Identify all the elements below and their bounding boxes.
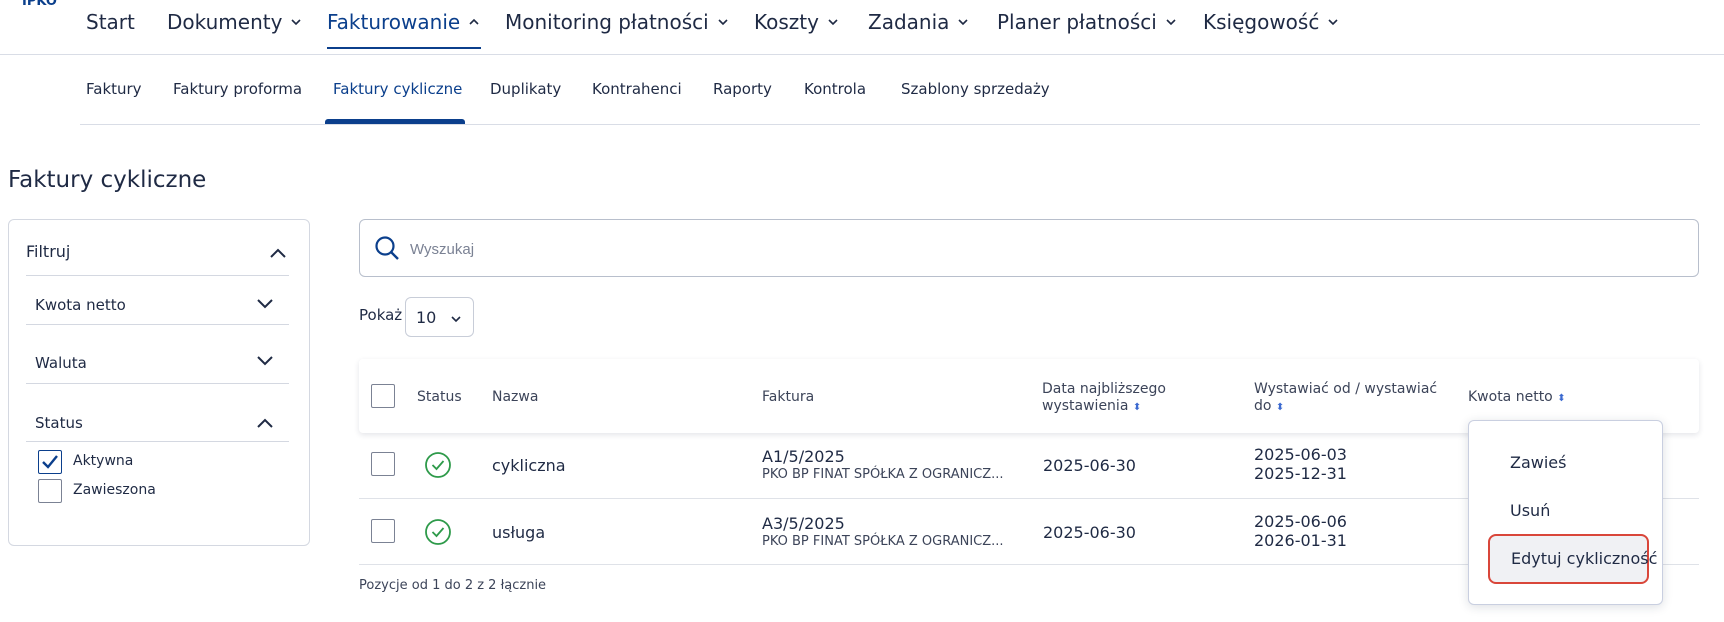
topnav-dokumenty[interactable]: Dokumenty: [167, 10, 303, 34]
search-icon: [375, 236, 399, 260]
chevron-down-icon: [1166, 19, 1176, 26]
topnav-zadania[interactable]: Zadania: [868, 10, 970, 34]
row-company: PKO BP FINAT SPÓŁKA Z OGRANICZ...: [762, 467, 1004, 482]
subnav-szablony-sprzedazy[interactable]: Szablony sprzedaży: [901, 80, 1050, 98]
filter-section-kwota-netto[interactable]: Kwota netto: [35, 296, 289, 314]
topnav-start[interactable]: Start: [86, 10, 135, 34]
status-option-label: Zawieszona: [73, 482, 156, 498]
topnav-label: Dokumenty: [167, 10, 283, 34]
col-status: Status: [417, 389, 462, 405]
row-issue-from: 2025-06-03: [1254, 445, 1347, 464]
chevron-down-icon: [451, 316, 461, 323]
chevron-down-icon[interactable]: [256, 298, 274, 310]
status-aktywna-checkbox[interactable]: [38, 450, 62, 474]
row-name: cykliczna: [492, 456, 566, 475]
chevron-up-icon: [469, 18, 479, 25]
chevron-down-icon[interactable]: [256, 355, 274, 367]
chevron-up-icon[interactable]: [256, 417, 274, 429]
topnav-planer-platnosci[interactable]: Planer płatności: [997, 10, 1178, 34]
row-actions-menu: Zawieś Usuń Edytuj cykliczność: [1468, 420, 1663, 605]
subnav-kontrola[interactable]: Kontrola: [804, 80, 866, 98]
page-size-label: Pokaż: [359, 306, 403, 324]
sort-icon[interactable]: ⬍: [1133, 402, 1141, 413]
menu-item-zawies[interactable]: Zawieś: [1510, 453, 1566, 472]
row-next-date: 2025-06-30: [1043, 456, 1136, 475]
filter-section-waluta[interactable]: Waluta: [35, 354, 289, 372]
divider: [26, 324, 289, 325]
sort-icon[interactable]: ⬍: [1276, 402, 1284, 413]
row-company: PKO BP FINAT SPÓŁKA Z OGRANICZ...: [762, 534, 1004, 549]
subnav-faktury-cykliczne[interactable]: Faktury cykliczne: [333, 80, 462, 98]
search-input[interactable]: [410, 234, 1660, 264]
sub-navigation: Faktury Faktury proforma Faktury cyklicz…: [80, 55, 1700, 125]
status-active-icon: [425, 452, 451, 478]
row-invoice-number[interactable]: A3/5/2025: [762, 514, 845, 533]
page-size-value: 10: [416, 308, 437, 327]
topnav-label: Księgowość: [1203, 10, 1320, 34]
topnav-label: Planer płatności: [997, 10, 1157, 34]
row-issue-from: 2025-06-06: [1254, 512, 1347, 531]
row-issue-to: 2026-01-31: [1254, 531, 1347, 550]
topnav-label: Zadania: [868, 10, 950, 34]
col-issue-range[interactable]: Wystawiać od / wystawiać do ⬍: [1254, 381, 1437, 416]
menu-item-usun[interactable]: Usuń: [1510, 501, 1550, 520]
page-title: Faktury cykliczne: [8, 167, 207, 193]
subnav-kontrahenci[interactable]: Kontrahenci: [592, 80, 682, 98]
row-issue-to: 2025-12-31: [1254, 464, 1347, 483]
subnav-raporty[interactable]: Raporty: [713, 80, 772, 98]
row-name: usługa: [492, 523, 546, 542]
row-checkbox[interactable]: [371, 452, 395, 476]
row-invoice-number[interactable]: A1/5/2025: [762, 447, 845, 466]
search-box: [359, 219, 1699, 277]
active-tab-indicator: [325, 119, 465, 124]
col-next-date[interactable]: Data najbliższego wystawienia ⬍: [1042, 381, 1166, 416]
col-amount[interactable]: Kwota netto ⬍: [1468, 389, 1566, 407]
status-option-label: Aktywna: [73, 453, 134, 469]
chevron-up-icon[interactable]: [269, 247, 287, 259]
filter-section-status[interactable]: Status: [35, 414, 289, 432]
chevron-down-icon: [718, 19, 728, 26]
chevron-down-icon: [828, 19, 838, 26]
menu-item-edytuj-cyklicznosc[interactable]: Edytuj cykliczność: [1511, 549, 1657, 568]
topnav-label: Monitoring płatności: [505, 10, 709, 34]
divider: [26, 383, 289, 384]
topnav-fakturowanie[interactable]: Fakturowanie: [327, 10, 482, 49]
page-size-select[interactable]: 10: [405, 297, 474, 337]
checkmark-icon: [42, 455, 58, 469]
row-checkbox[interactable]: [371, 519, 395, 543]
filter-title: Filtruj: [26, 242, 71, 261]
topnav-label: Koszty: [754, 10, 819, 34]
col-invoice: Faktura: [762, 389, 815, 405]
topnav-koszty[interactable]: Koszty: [754, 10, 840, 34]
pagination-summary: Pozycje od 1 do 2 z 2 łącznie: [359, 578, 547, 593]
status-zawieszona-checkbox[interactable]: [38, 479, 62, 503]
col-issue-range-line2: do: [1254, 398, 1272, 414]
row-next-date: 2025-06-30: [1043, 523, 1136, 542]
col-next-date-line1: Data najbliższego: [1042, 381, 1166, 397]
divider: [26, 441, 289, 442]
topnav-monitoring-platnosci[interactable]: Monitoring płatności: [505, 10, 730, 34]
chevron-down-icon: [291, 19, 301, 26]
col-amount-label: Kwota netto: [1468, 389, 1553, 405]
chevron-down-icon: [1328, 19, 1338, 26]
subnav-duplikaty[interactable]: Duplikaty: [490, 80, 561, 98]
col-name: Nazwa: [492, 389, 539, 405]
status-active-icon: [425, 519, 451, 545]
top-navigation: Start Dokumenty Fakturowanie Monitoring …: [0, 0, 1724, 55]
topnav-ksiegowosc[interactable]: Księgowość: [1203, 10, 1340, 34]
filter-panel: Filtruj Kwota netto Waluta Status Aktywn…: [8, 219, 310, 546]
sort-icon[interactable]: ⬍: [1557, 393, 1565, 404]
chevron-down-icon: [958, 19, 968, 26]
subnav-faktury[interactable]: Faktury: [86, 80, 142, 98]
topnav-label: Start: [86, 10, 135, 34]
col-next-date-line2: wystawienia: [1042, 398, 1129, 414]
col-issue-range-line1: Wystawiać od / wystawiać: [1254, 381, 1438, 397]
divider: [26, 275, 289, 276]
topnav-label: Fakturowanie: [327, 10, 461, 34]
subnav-faktury-proforma[interactable]: Faktury proforma: [173, 80, 302, 98]
select-all-checkbox[interactable]: [371, 384, 395, 408]
